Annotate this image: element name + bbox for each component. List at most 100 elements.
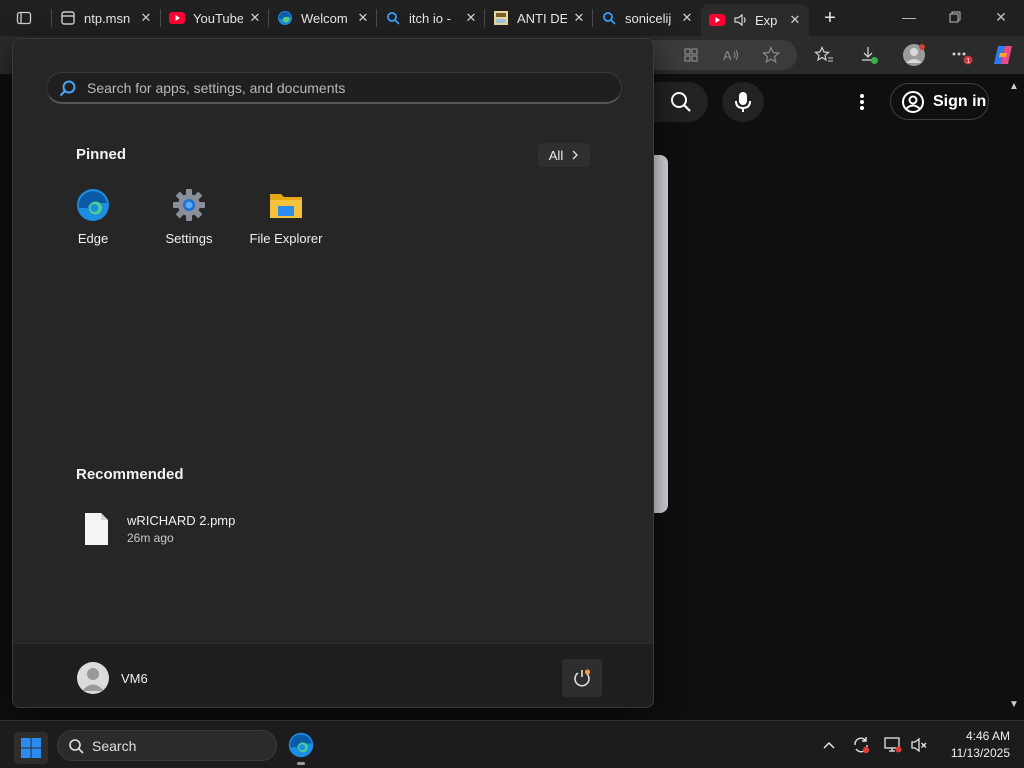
microphone-icon: [735, 92, 751, 112]
taskbar-search-box[interactable]: Search: [57, 730, 277, 761]
taskbar: Search 4:46 AM 11/13/2025: [0, 720, 1024, 768]
taskbar-edge-app[interactable]: [285, 729, 317, 761]
taskbar-search-label: Search: [92, 737, 137, 754]
tab-close-icon[interactable]: ✕: [355, 10, 371, 26]
app-available-icon[interactable]: [676, 40, 706, 70]
pinned-app-file-explorer[interactable]: File Explorer: [238, 187, 334, 253]
running-indicator: [297, 762, 305, 765]
search-icon: [59, 80, 76, 96]
image-icon: [493, 10, 509, 26]
scroll-down-icon[interactable]: ▼: [1008, 698, 1020, 710]
browser-tab-strip: ntp.msn ✕ YouTube ✕ Welcom ✕ itch io - ✕…: [0, 0, 1024, 36]
user-name: VM6: [121, 670, 148, 686]
search-icon: [385, 10, 401, 26]
search-icon: [601, 10, 617, 26]
power-button[interactable]: [562, 659, 602, 697]
favorites-icon[interactable]: [809, 40, 839, 70]
pinned-app-label: Edge: [77, 231, 109, 246]
system-clock[interactable]: 4:46 AM 11/13/2025: [938, 728, 1010, 762]
tab-title: sonicelij: [625, 10, 672, 26]
page-scrollbar[interactable]: [1006, 74, 1024, 718]
edge-icon: [75, 187, 111, 223]
pinned-app-edge[interactable]: Edge: [45, 187, 141, 253]
pinned-app-label: Settings: [165, 231, 213, 246]
svg-text:A: A: [723, 48, 732, 63]
youtube-search-button[interactable]: [654, 82, 708, 122]
settings-gear-icon: [171, 187, 207, 223]
tab-title: ntp.msn: [84, 10, 131, 26]
tab-title: itch io -: [409, 10, 451, 26]
avatar: [77, 662, 109, 694]
speaker-audio-icon[interactable]: [733, 12, 749, 28]
tab-title: Welcom: [301, 10, 348, 26]
show-hidden-icons-chevron-icon[interactable]: [818, 734, 840, 756]
account-circle-icon: [902, 90, 924, 113]
pinned-app-settings[interactable]: Settings: [141, 187, 237, 253]
start-menu: Pinned All Edge Settings File Explorer R…: [12, 38, 654, 708]
copilot-icon[interactable]: [988, 40, 1018, 70]
search-icon: [69, 738, 84, 754]
scroll-up-icon[interactable]: ▲: [1008, 80, 1020, 92]
pinned-heading: Pinned: [76, 146, 127, 163]
file-icon: [85, 513, 108, 545]
youtube-icon: [709, 12, 725, 28]
user-account-button[interactable]: VM6: [77, 662, 148, 694]
tab-ntp-msn[interactable]: ntp.msn ✕: [52, 4, 160, 32]
edge-icon: [277, 10, 293, 26]
restore-icon[interactable]: [932, 0, 978, 34]
recommended-item-name: wRICHARD 2.pmp: [127, 513, 236, 528]
downloads-icon[interactable]: [854, 40, 884, 70]
sign-in-button[interactable]: Sign in: [890, 83, 989, 120]
windows-logo-icon: [21, 738, 41, 758]
start-search-box[interactable]: [46, 72, 622, 104]
svg-text:1: 1: [966, 58, 970, 65]
pinned-app-label: File Explorer: [249, 231, 323, 246]
tab-title: YouTube: [193, 10, 243, 26]
all-apps-button[interactable]: All: [538, 143, 590, 167]
tab-sonicelij[interactable]: sonicelij ✕: [593, 4, 701, 32]
volume-muted-icon[interactable]: [908, 734, 930, 756]
profile-avatar-icon[interactable]: [899, 40, 929, 70]
tab-itch-io[interactable]: itch io - ✕: [377, 4, 485, 32]
chevron-right-icon: [572, 150, 579, 160]
tab-title: Exp: [755, 12, 778, 28]
recommended-item-time: 26m ago: [127, 531, 174, 545]
tab-close-icon[interactable]: ✕: [138, 10, 154, 26]
start-button[interactable]: [14, 732, 48, 764]
network-icon[interactable]: [882, 734, 904, 756]
close-window-icon[interactable]: ✕: [978, 0, 1024, 34]
tab-explore-active[interactable]: Exp ✕: [701, 4, 809, 36]
folder-icon: [268, 187, 304, 223]
start-search-input[interactable]: [87, 79, 587, 96]
tab-close-icon[interactable]: ✕: [679, 10, 695, 26]
power-icon: [574, 669, 591, 687]
tab-actions-icon[interactable]: [8, 6, 40, 30]
minimize-icon[interactable]: —: [886, 0, 932, 34]
voice-search-button[interactable]: [722, 82, 764, 122]
tab-close-icon[interactable]: ✕: [247, 10, 263, 26]
tab-close-icon[interactable]: ✕: [463, 10, 479, 26]
search-icon: [671, 92, 691, 112]
tab-anti-de[interactable]: ANTI DE ✕: [485, 4, 593, 32]
tab-welcome[interactable]: Welcom ✕: [269, 4, 377, 32]
youtube-icon: [169, 10, 185, 26]
clock-date: 11/13/2025: [950, 746, 1010, 760]
tab-title: ANTI DE: [517, 10, 567, 26]
sign-in-label: Sign in: [933, 92, 987, 110]
tab-close-icon[interactable]: ✕: [571, 10, 587, 26]
settings-more-icon[interactable]: [850, 88, 874, 116]
all-apps-label: All: [548, 147, 564, 163]
edge-icon: [288, 732, 314, 758]
start-menu-footer: VM6: [13, 643, 653, 707]
more-options-icon[interactable]: 1: [946, 40, 976, 70]
recommended-item[interactable]: wRICHARD 2.pmp 26m ago: [76, 509, 336, 549]
new-tab-button[interactable]: +: [816, 4, 844, 32]
read-aloud-icon[interactable]: A: [716, 40, 746, 70]
tab-close-icon[interactable]: ✕: [787, 12, 803, 28]
clock-time: 4:46 AM: [965, 729, 1010, 743]
recommended-heading: Recommended: [76, 466, 184, 483]
tab-youtube[interactable]: YouTube ✕: [161, 4, 269, 32]
favorite-star-icon[interactable]: [756, 40, 786, 70]
sync-icon[interactable]: [850, 734, 872, 756]
user-icon: [82, 668, 104, 691]
